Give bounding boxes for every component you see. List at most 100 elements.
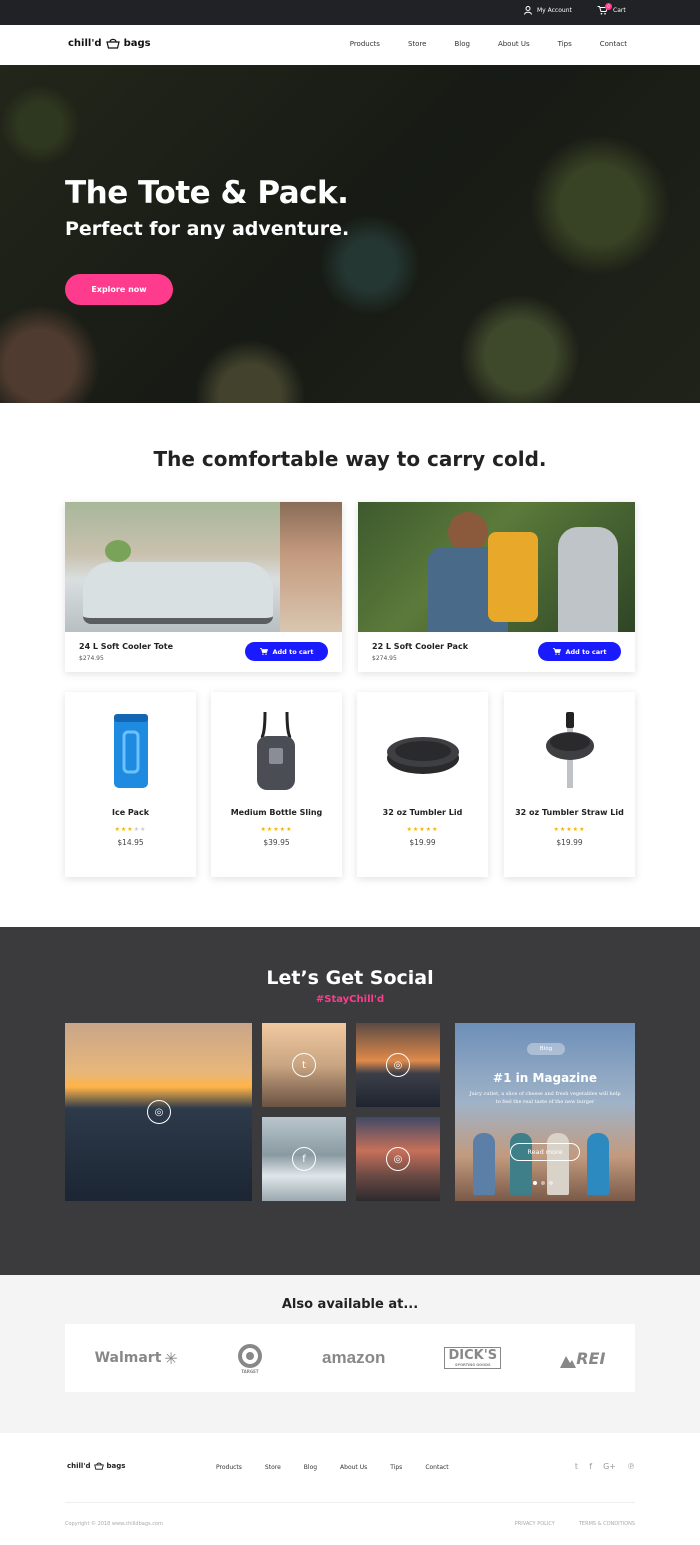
products-section-title: The comfortable way to carry cold. (153, 447, 547, 471)
rei-logo[interactable]: REI (560, 1349, 605, 1368)
featured-product-price: $274.95 (79, 655, 104, 662)
facebook-icon[interactable]: f (589, 1462, 592, 1471)
star-icon: ★★★★★ (406, 826, 439, 833)
cart-link[interactable]: 0 Cart (597, 3, 626, 15)
star-icon: ★★★★★ (553, 826, 586, 833)
social-photo-railway[interactable]: ◎ (356, 1117, 440, 1201)
logo-text-left: chill'd (68, 38, 102, 49)
retailers-section: Also available at... Walmart ✳ TARGET ama… (0, 1275, 700, 1433)
product-card-bottle-sling[interactable]: Medium Bottle Sling ★★★★★ $39.95 (211, 692, 342, 877)
star-icon: ★★ (133, 826, 147, 833)
social-photo-sunset-waves[interactable]: ◎ (65, 1023, 252, 1201)
user-icon (524, 6, 532, 15)
privacy-policy-link[interactable]: PRIVACY POLICY (515, 1521, 555, 1527)
nav-contact[interactable]: Contact (600, 40, 627, 48)
pinterest-icon[interactable]: ℗ (627, 1462, 635, 1471)
instagram-icon: ◎ (386, 1147, 410, 1171)
target-icon (237, 1343, 262, 1368)
mountain-icon (560, 1355, 577, 1368)
tumbler-lid-image (387, 737, 459, 774)
dicks-logo-text: DICK'S (448, 1348, 498, 1363)
blog-photo-person (473, 1133, 495, 1195)
social-photo-sea-sunset[interactable]: ◎ (356, 1023, 440, 1107)
explore-now-button[interactable]: Explore now (65, 274, 173, 305)
cart-icon (259, 648, 268, 655)
dicks-logo-subtext: SPORTING GOODS (454, 1363, 491, 1367)
footer-link-store[interactable]: Store (265, 1464, 281, 1471)
product-rating: ★★★★★ (504, 826, 635, 833)
product-card-tumbler-straw-lid[interactable]: 32 oz Tumbler Straw Lid ★★★★★ $19.99 (504, 692, 635, 877)
blog-title: #1 in Magazine (493, 1071, 597, 1085)
logo[interactable]: chill'd bags (68, 38, 151, 49)
instagram-icon: ◎ (147, 1100, 171, 1124)
product-name: Medium Bottle Sling (230, 808, 323, 817)
walmart-logo[interactable]: Walmart ✳ (95, 1349, 178, 1368)
hero-title: The Tote & Pack. (65, 175, 349, 211)
cart-icon (552, 648, 561, 655)
add-to-cart-button[interactable]: Add to cart (538, 642, 621, 661)
nav-products[interactable]: Products (350, 40, 380, 48)
nav-tips[interactable]: Tips (558, 40, 572, 48)
add-to-cart-label: Add to cart (272, 647, 314, 656)
read-more-button[interactable]: Read more (510, 1143, 580, 1161)
social-photo-couple[interactable]: t (262, 1023, 346, 1107)
footer-link-blog[interactable]: Blog (304, 1464, 317, 1471)
product-card-tumbler-lid[interactable]: 32 oz Tumbler Lid ★★★★★ $19.99 (357, 692, 488, 877)
footer-logo[interactable]: chill'd bags (67, 1462, 125, 1470)
footer: chill'd bags Products Store Blog About U… (0, 1433, 700, 1545)
main-nav: chill'd bags Products Store Blog About U… (0, 25, 700, 65)
star-icon: ★★★★★ (260, 826, 293, 833)
featured-product-name: 24 L Soft Cooler Tote (79, 642, 174, 651)
footer-logo-text-left: chill'd (67, 1462, 91, 1470)
terms-conditions-link[interactable]: TERMS & CONDITIONS (579, 1521, 635, 1527)
product-price: $19.99 (409, 838, 436, 847)
blog-card[interactable]: Blog #1 in Magazine Juicy cutlet, a slic… (455, 1023, 635, 1201)
featured-product-name: 22 L Soft Cooler Pack (372, 642, 469, 651)
carousel-dot[interactable] (533, 1181, 537, 1185)
twitter-icon[interactable]: 𝕥 (575, 1462, 579, 1471)
nav-store[interactable]: Store (408, 40, 427, 48)
copyright-text: Copyright © 2018 www.chilldbags.com (65, 1521, 163, 1527)
tote-product-image (65, 502, 342, 632)
featured-product-price: $274.95 (372, 655, 397, 662)
carousel-dots (533, 1181, 553, 1185)
footer-link-products[interactable]: Products (216, 1464, 242, 1471)
footer-link-tips[interactable]: Tips (390, 1464, 402, 1471)
featured-card-tote[interactable]: 24 L Soft Cooler Tote $274.95 Add to car… (65, 502, 342, 672)
social-title: Let’s Get Social (266, 967, 434, 989)
product-rating: ★★★★★ (65, 826, 196, 833)
amazon-logo[interactable]: amazon (322, 1348, 385, 1368)
blog-text: Juicy cutlet, a slice of cheese and fres… (469, 1091, 621, 1105)
target-logo[interactable]: TARGET (237, 1343, 263, 1374)
add-to-cart-label: Add to cart (565, 647, 607, 656)
dicks-logo[interactable]: DICK'S SPORTING GOODS (444, 1347, 502, 1369)
social-section: Let’s Get Social #StayChill'd ◎ t ◎ f ◎ … (0, 927, 700, 1275)
target-logo-text: TARGET (241, 1368, 259, 1374)
cart-count-badge: 0 (605, 3, 612, 10)
footer-link-contact[interactable]: Contact (425, 1464, 448, 1471)
carousel-dot[interactable] (541, 1181, 545, 1185)
featured-card-pack[interactable]: 22 L Soft Cooler Pack $274.95 Add to car… (358, 502, 635, 672)
nav-about-us[interactable]: About Us (498, 40, 530, 48)
product-card-ice-pack[interactable]: Ice Pack ★★★★★ $14.95 (65, 692, 196, 877)
social-hashtag: #StayChill'd (315, 994, 385, 1005)
top-bar: My Account 0 Cart (0, 0, 700, 25)
pack-product-image (358, 502, 635, 632)
add-to-cart-button[interactable]: Add to cart (245, 642, 328, 661)
carousel-dot[interactable] (549, 1181, 553, 1185)
cart-label: Cart (613, 7, 626, 14)
instagram-icon: ◎ (386, 1053, 410, 1077)
my-account-link[interactable]: My Account (524, 6, 572, 15)
google-plus-icon[interactable]: G+ (603, 1462, 616, 1471)
footer-link-about-us[interactable]: About Us (340, 1464, 367, 1471)
walmart-logo-text: Walmart (94, 1350, 162, 1366)
facebook-icon: f (292, 1147, 316, 1171)
retailer-logos: Walmart ✳ TARGET amazon DICK'S SPORTING G… (65, 1324, 635, 1392)
blog-photo-person (587, 1133, 609, 1195)
ice-pack-image (114, 714, 148, 788)
product-name: 32 oz Tumbler Lid (382, 808, 463, 817)
rei-logo-text: REI (576, 1348, 606, 1368)
nav-blog[interactable]: Blog (454, 40, 469, 48)
social-photo-surfers[interactable]: f (262, 1117, 346, 1201)
blog-tag[interactable]: Blog (527, 1043, 565, 1055)
